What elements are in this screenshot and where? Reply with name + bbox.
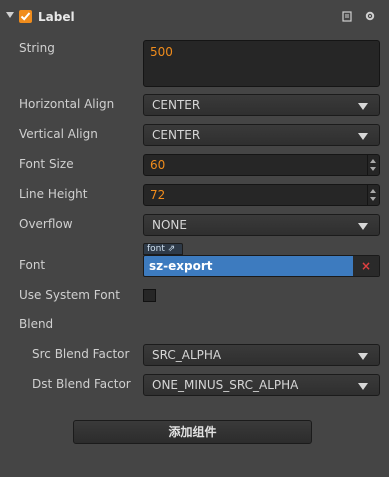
gear-icon[interactable] xyxy=(364,10,378,24)
font-tag-label: font xyxy=(147,244,165,254)
external-link-icon: ⇗ xyxy=(167,244,176,254)
book-icon[interactable] xyxy=(341,10,355,24)
use-system-font-label: Use System Font xyxy=(19,288,120,302)
checkmark-icon xyxy=(20,12,31,21)
increment-icon[interactable] xyxy=(370,189,376,193)
line-height-stepper[interactable] xyxy=(367,185,379,205)
dst-blend-factor-label: Dst Blend Factor xyxy=(32,377,131,391)
horizontal-align-select[interactable]: CENTER xyxy=(143,94,380,116)
vertical-align-select[interactable]: CENTER xyxy=(143,124,380,146)
overflow-select[interactable]: NONE xyxy=(143,214,380,236)
src-blend-factor-value: SRC_ALPHA xyxy=(152,348,222,362)
vertical-align-label: Vertical Align xyxy=(19,127,98,141)
component-title: Label xyxy=(38,10,75,24)
dst-blend-factor-select[interactable]: ONE_MINUS_SRC_ALPHA xyxy=(143,374,380,396)
line-height-value: 72 xyxy=(150,188,166,202)
horizontal-align-label: Horizontal Align xyxy=(19,97,115,111)
collapse-arrow-icon[interactable] xyxy=(6,12,14,18)
font-size-input[interactable]: 60 xyxy=(143,154,380,176)
font-size-label: Font Size xyxy=(19,157,74,171)
chevron-down-icon xyxy=(358,383,368,390)
chevron-down-icon xyxy=(358,353,368,360)
add-component-button[interactable]: 添加组件 xyxy=(73,420,312,444)
component-header: Label xyxy=(0,0,389,34)
overflow-label: Overflow xyxy=(19,217,73,231)
inspector-panel: Label String 500 Horizontal Align CENTER xyxy=(0,0,389,477)
font-size-stepper[interactable] xyxy=(367,155,379,175)
overflow-value: NONE xyxy=(152,218,187,232)
string-label: String xyxy=(19,41,55,55)
string-textarea[interactable]: 500 xyxy=(143,40,380,87)
chevron-down-icon xyxy=(358,133,368,140)
blend-label: Blend xyxy=(19,317,54,331)
line-height-label: Line Height xyxy=(19,187,88,201)
chevron-down-icon xyxy=(358,103,368,110)
decrement-icon[interactable] xyxy=(370,167,376,171)
clear-icon[interactable]: × xyxy=(353,256,379,276)
src-blend-factor-label: Src Blend Factor xyxy=(32,347,130,361)
line-height-input[interactable]: 72 xyxy=(143,184,380,206)
component-enabled-checkbox[interactable] xyxy=(19,10,32,23)
decrement-icon[interactable] xyxy=(370,197,376,201)
use-system-font-checkbox[interactable] xyxy=(143,289,156,302)
horizontal-align-value: CENTER xyxy=(152,98,201,112)
chevron-down-icon xyxy=(358,223,368,230)
vertical-align-value: CENTER xyxy=(152,128,201,142)
increment-icon[interactable] xyxy=(370,159,376,163)
font-size-value: 60 xyxy=(150,158,166,172)
src-blend-factor-select[interactable]: SRC_ALPHA xyxy=(143,344,380,366)
font-asset-tag[interactable]: font ⇗ xyxy=(143,243,183,255)
font-asset-value: sz-export xyxy=(149,259,213,273)
font-asset-field[interactable]: sz-export × xyxy=(143,255,380,277)
font-label: Font xyxy=(19,258,46,272)
dst-blend-factor-value: ONE_MINUS_SRC_ALPHA xyxy=(152,378,299,392)
